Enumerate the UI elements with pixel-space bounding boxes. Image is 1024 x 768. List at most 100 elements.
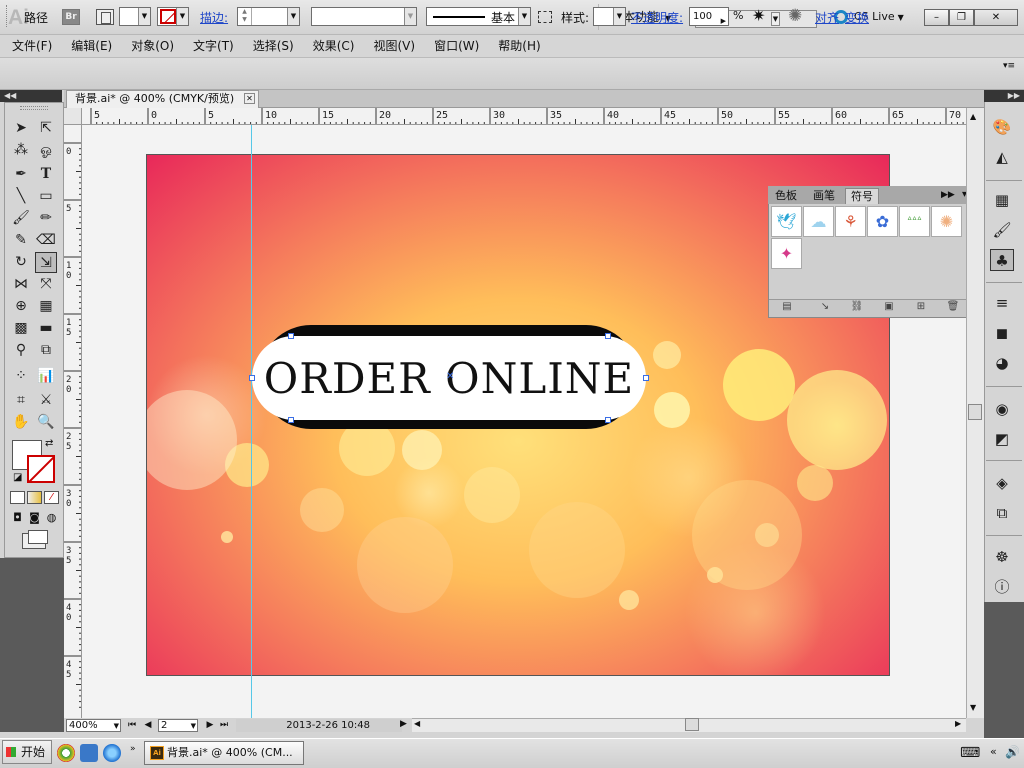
sparkles-symbol[interactable]: ✦: [771, 238, 802, 269]
panel-grip[interactable]: [6, 5, 10, 27]
draw-behind-icon[interactable]: ◙: [27, 510, 42, 525]
appearance-panel-icon[interactable]: ◉: [990, 398, 1014, 420]
bird-symbol[interactable]: 🕊: [771, 206, 802, 237]
vertical-ruler[interactable]: 051015202530354045: [64, 125, 82, 718]
type-tool-icon[interactable]: T: [35, 164, 57, 185]
menu-help[interactable]: 帮助(H): [498, 35, 540, 57]
last-artboard-icon[interactable]: ⏭: [219, 719, 229, 731]
line-tool-icon[interactable]: ╲: [10, 186, 32, 207]
graphic-style-dropdown[interactable]: ▼: [593, 7, 626, 26]
scale-tool-icon[interactable]: ⇲: [35, 252, 57, 273]
volume-icon[interactable]: 🔊: [1005, 745, 1020, 759]
collapse-panel-icon[interactable]: ▶▶: [941, 190, 955, 200]
path-anchor[interactable]: [288, 417, 294, 423]
color-mode-icon[interactable]: [10, 491, 25, 504]
pencil-tool-icon[interactable]: ✏: [35, 208, 57, 229]
status-info[interactable]: 2013-2-26 10:48: [236, 719, 402, 732]
close-icon[interactable]: ✕: [244, 93, 255, 104]
swap-fill-stroke-icon[interactable]: ⇄: [45, 438, 53, 449]
variable-width-profile-dropdown[interactable]: ▼: [311, 7, 417, 26]
menu-view[interactable]: 视图(V): [373, 35, 415, 57]
swatches-panel-icon[interactable]: ▦: [990, 189, 1014, 211]
vertical-scroll-thumb[interactable]: [968, 404, 982, 420]
stroke-link[interactable]: 描边:: [200, 9, 228, 26]
rotate-tool-icon[interactable]: ↻: [10, 252, 32, 273]
internet-explorer-icon[interactable]: [103, 744, 121, 762]
navigator-panel-icon[interactable]: ☸: [990, 546, 1014, 568]
minimize-button[interactable]: –: [924, 9, 949, 26]
menu-object[interactable]: 对象(O): [131, 35, 174, 57]
tray-expand-icon[interactable]: «: [990, 745, 997, 758]
paintbrush-tool-icon[interactable]: 🖌: [10, 208, 32, 229]
transparency-panel-icon[interactable]: ◕: [990, 352, 1014, 374]
place-symbol-icon[interactable]: ↘: [818, 301, 832, 314]
artboard-tool-icon[interactable]: ⌗: [10, 390, 32, 411]
horizontal-ruler[interactable]: 5 0 5 10 15 20 25 30 35 40 45 50 55 60 65 70: [82, 108, 966, 125]
draw-inside-icon[interactable]: ◍: [44, 510, 59, 525]
shape-builder-tool-icon[interactable]: ⊕: [10, 296, 32, 317]
ruler-origin[interactable]: [64, 108, 82, 125]
keyboard-icon[interactable]: ⌨: [960, 745, 980, 761]
rectangle-tool-icon[interactable]: ▭: [35, 186, 57, 207]
artboard-number-dropdown[interactable]: 2 ▼: [158, 719, 198, 732]
selection-tool-icon[interactable]: ➤: [10, 118, 32, 139]
menu-type[interactable]: 文字(T): [193, 35, 234, 57]
quick-launch-more-icon[interactable]: »: [130, 744, 136, 754]
grass-symbol[interactable]: ᐞᐞᐞ: [899, 206, 930, 237]
scroll-right-icon[interactable]: ▶: [955, 719, 961, 728]
transform-link[interactable]: 变换: [845, 9, 869, 26]
scroll-up-icon[interactable]: ▲: [970, 112, 976, 121]
none-mode-icon[interactable]: ⁄: [44, 491, 59, 504]
guide-line[interactable]: [251, 125, 252, 718]
pen-tool-icon[interactable]: ✒: [10, 164, 32, 185]
document-tab[interactable]: 背景.ai* @ 400% (CMYK/预览): [66, 90, 259, 108]
graphic-styles-icon[interactable]: ◩: [990, 428, 1014, 450]
stroke-weight-input[interactable]: ▲ ▼ ▼: [237, 7, 300, 26]
eraser-tool-icon[interactable]: ⌫: [35, 230, 57, 251]
lasso-tool-icon[interactable]: ஓ: [35, 140, 57, 161]
new-symbol-icon[interactable]: ⊞: [914, 301, 928, 314]
cloud-symbol[interactable]: ☁: [803, 206, 834, 237]
recolor-artwork-button[interactable]: ✷ ▼: [752, 6, 780, 28]
bridge-button[interactable]: Br: [62, 9, 80, 25]
draw-normal-icon[interactable]: ◘: [10, 510, 25, 525]
slice-tool-icon[interactable]: ⚔: [35, 390, 57, 411]
scroll-down-icon[interactable]: ▼: [970, 703, 976, 712]
stroke-color-dropdown[interactable]: ▼: [157, 7, 189, 26]
horizontal-scroll-thumb[interactable]: [685, 718, 699, 731]
layers-panel-icon[interactable]: ◈: [990, 472, 1014, 494]
messenger-icon[interactable]: [80, 744, 98, 762]
dock-collapse-bar[interactable]: ▶▶: [984, 90, 1024, 102]
menu-select[interactable]: 选择(S): [253, 35, 294, 57]
gradient-mode-icon[interactable]: [27, 491, 42, 504]
dandelion-symbol[interactable]: ✺: [931, 206, 962, 237]
stepper-icon[interactable]: ▲ ▼: [238, 8, 252, 25]
screen-mode-icon[interactable]: [22, 530, 48, 549]
blend-tool-icon[interactable]: ⧉: [35, 340, 57, 361]
path-anchor[interactable]: [643, 375, 649, 381]
free-transform-tool-icon[interactable]: ⤧: [35, 274, 57, 295]
color-panel-icon[interactable]: 🎨: [990, 116, 1014, 138]
taskbar-window-item[interactable]: 背景.ai* @ 400% (CM...: [144, 741, 304, 765]
brush-options-icon[interactable]: [538, 11, 552, 23]
symbols-panel-icon[interactable]: ♣: [990, 249, 1014, 271]
mesh-tool-icon[interactable]: ▩: [10, 318, 32, 339]
artboards-panel-icon[interactable]: ⧉: [990, 502, 1014, 524]
chrome-icon[interactable]: [57, 744, 75, 762]
symbol-options-icon[interactable]: ▣: [882, 301, 896, 314]
brushes-panel-icon[interactable]: 🖌: [990, 219, 1014, 241]
hand-tool-icon[interactable]: ✋: [10, 412, 32, 433]
perspective-grid-tool-icon[interactable]: ▦: [35, 296, 57, 317]
scroll-left-icon[interactable]: ◀: [414, 719, 420, 728]
stroke-swatch[interactable]: [27, 455, 55, 483]
zoom-tool-icon[interactable]: 🔍: [35, 412, 57, 433]
blob-brush-tool-icon[interactable]: ✎: [10, 230, 32, 251]
width-tool-icon[interactable]: ⋈: [10, 274, 32, 295]
path-anchor[interactable]: [605, 417, 611, 423]
panel-menu-icon[interactable]: ▾≡: [1003, 61, 1017, 71]
panel-grip[interactable]: [20, 106, 48, 110]
magic-wand-tool-icon[interactable]: ⁂: [10, 140, 32, 161]
color-guide-icon[interactable]: ◭: [990, 146, 1014, 168]
opacity-input[interactable]: 100 ▶: [689, 7, 729, 26]
menu-file[interactable]: 文件(F): [12, 35, 52, 57]
